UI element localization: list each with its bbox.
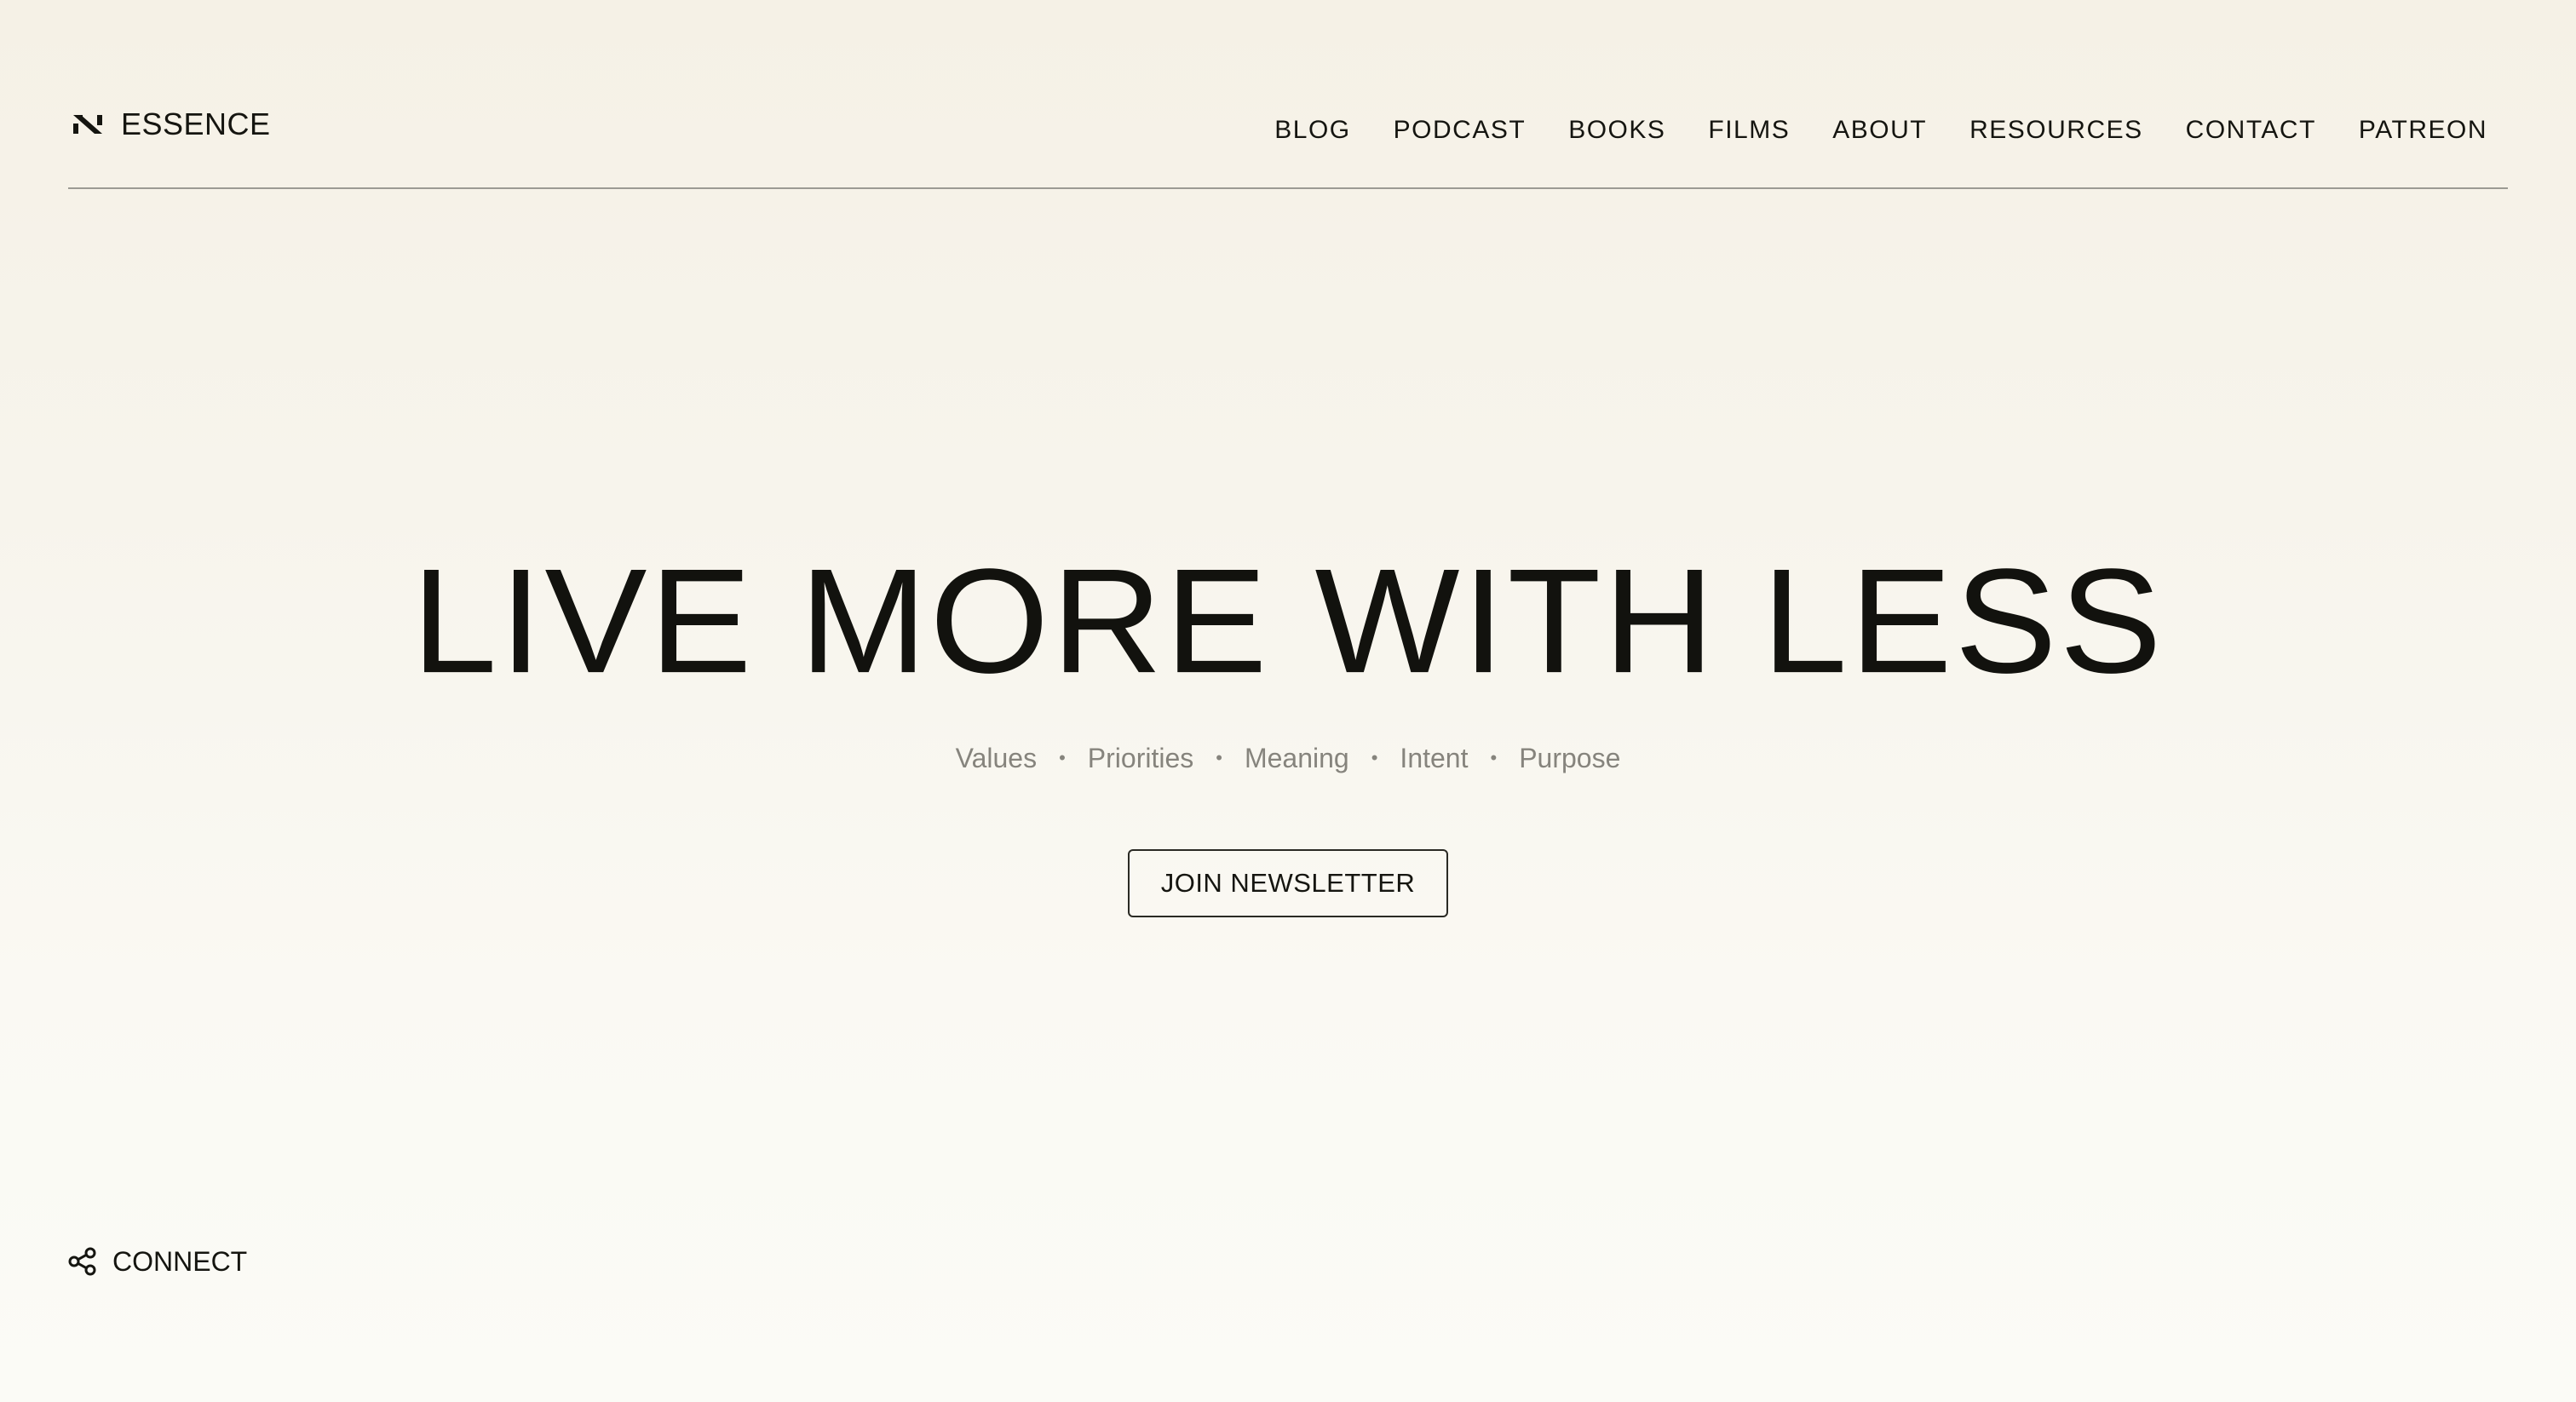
tag-separator: • — [1059, 747, 1066, 768]
nav-item-books[interactable]: BOOKS — [1568, 118, 1665, 143]
tag-purpose: Purpose — [1519, 743, 1621, 773]
main-nav: BLOG PODCAST BOOKS FILMS ABOUT RESOURCES… — [1274, 118, 2487, 143]
nav-item-patreon[interactable]: PATREON — [2359, 118, 2487, 143]
site-header: ESSENCE BLOG PODCAST BOOKS FILMS ABOUT R… — [68, 0, 2508, 189]
tag-separator: • — [1371, 747, 1378, 768]
join-newsletter-button[interactable]: JOIN NEWSLETTER — [1128, 849, 1448, 917]
nav-item-films[interactable]: FILMS — [1708, 118, 1790, 143]
nav-item-contact[interactable]: CONTACT — [2186, 118, 2316, 143]
nav-item-about[interactable]: ABOUT — [1832, 118, 1927, 143]
tag-meaning: Meaning — [1244, 743, 1349, 773]
tag-values: Values — [955, 743, 1038, 773]
connect-button[interactable]: CONNECT — [68, 1247, 247, 1276]
nav-item-resources[interactable]: RESOURCES — [1969, 118, 2143, 143]
nav-item-blog[interactable]: BLOG — [1274, 118, 1350, 143]
essence-logo-icon — [73, 115, 102, 134]
tag-priorities: Priorities — [1087, 743, 1194, 773]
hero-title: LIVE MORE WITH LESS — [411, 538, 2165, 704]
connect-label: CONNECT — [112, 1246, 248, 1277]
tag-intent: Intent — [1400, 743, 1469, 773]
tag-separator: • — [1490, 747, 1498, 768]
share-icon — [68, 1247, 96, 1276]
hero-tagline: Values • Priorities • Meaning • Intent •… — [0, 744, 2576, 772]
brand-name: ESSENCE — [121, 106, 271, 141]
nav-item-podcast[interactable]: PODCAST — [1394, 118, 1527, 143]
brand-logo-link[interactable]: ESSENCE — [73, 109, 271, 140]
tag-separator: • — [1216, 747, 1222, 768]
